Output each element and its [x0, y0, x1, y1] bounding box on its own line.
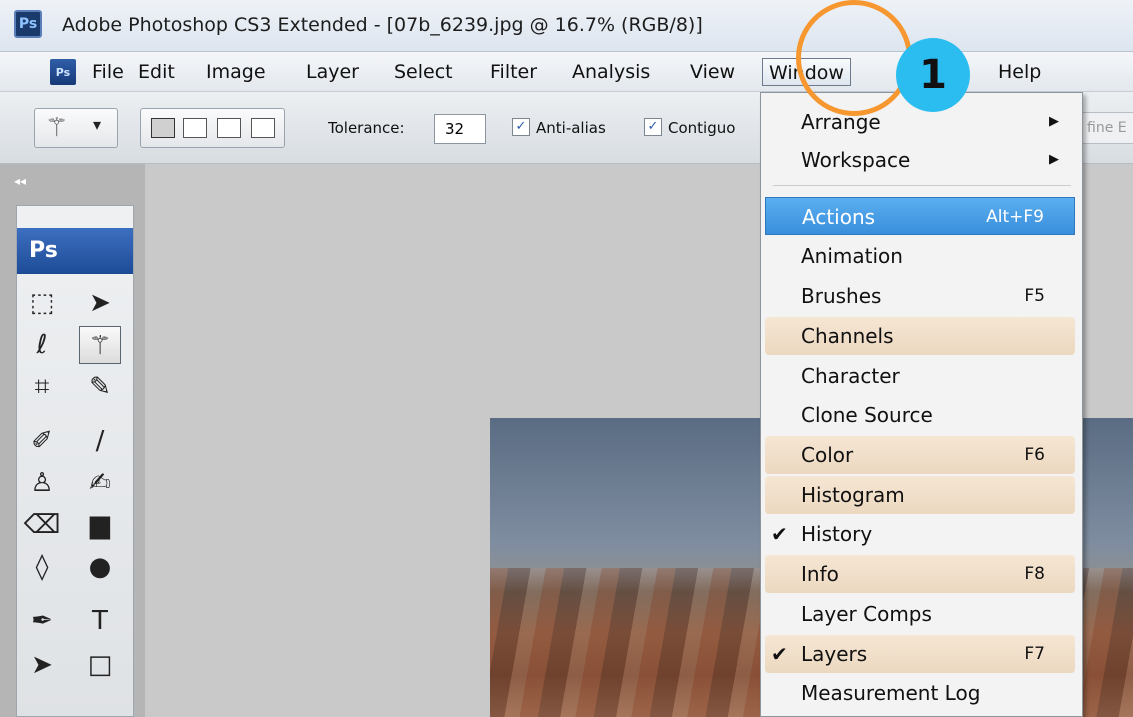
- menu-item-color[interactable]: Color F6: [765, 436, 1075, 474]
- menu-item-label: Workspace: [801, 148, 911, 172]
- menu-item-histogram[interactable]: Histogram: [765, 476, 1075, 514]
- brush-tool-icon[interactable]: ∕: [79, 422, 121, 460]
- tolerance-label: Tolerance:: [328, 119, 405, 137]
- menu-item-label: Info: [801, 562, 839, 586]
- checkmark-icon: ✔: [771, 642, 788, 666]
- menu-image[interactable]: Image: [200, 58, 272, 86]
- menu-item-label: Measurement Log: [801, 681, 981, 705]
- collapse-panel-icon[interactable]: ◂◂: [14, 174, 26, 188]
- submenu-arrow-icon: ▶: [1049, 114, 1059, 129]
- menu-item-clone-source[interactable]: Clone Source: [765, 396, 1075, 434]
- contiguous-checkbox[interactable]: ✓: [644, 118, 662, 136]
- menu-item-measurement-log[interactable]: Measurement Log: [765, 674, 1075, 712]
- chevron-down-icon: ▾: [93, 115, 102, 134]
- menu-item-label: Color: [801, 443, 854, 467]
- crop-tool-icon[interactable]: ⌗: [21, 368, 63, 406]
- history-brush-tool-icon[interactable]: ✍: [79, 464, 121, 502]
- menu-select[interactable]: Select: [388, 58, 459, 86]
- menu-help[interactable]: Help: [992, 58, 1047, 86]
- menu-item-animation[interactable]: Animation: [765, 237, 1075, 275]
- menu-item-label: Actions: [802, 205, 876, 229]
- contiguous-label: Contiguo: [668, 119, 736, 137]
- menu-item-label: Character: [801, 364, 900, 388]
- menu-item-shortcut: F5: [1024, 286, 1045, 306]
- menu-item-character[interactable]: Character: [765, 357, 1075, 395]
- tool-preset-picker[interactable]: ⚚ ▾: [34, 108, 118, 148]
- photoshop-logo-icon: Ps: [14, 10, 42, 38]
- lasso-tool-icon[interactable]: ℓ: [21, 326, 63, 364]
- healing-brush-tool-icon[interactable]: ✐: [21, 422, 63, 460]
- anti-alias-label: Anti-alias: [536, 119, 606, 137]
- menu-item-actions[interactable]: Actions Alt+F9: [765, 197, 1075, 235]
- eraser-tool-icon[interactable]: ⌫: [21, 506, 63, 544]
- clone-stamp-tool-icon[interactable]: ♙: [21, 464, 63, 502]
- tolerance-input[interactable]: 32: [434, 114, 486, 144]
- subtract-from-selection-icon[interactable]: [217, 118, 241, 138]
- menu-edit[interactable]: Edit: [132, 58, 181, 86]
- window-menu-dropdown: Arrange ▶ Workspace ▶ Actions Alt+F9 Ani…: [760, 92, 1083, 717]
- menu-item-label: Animation: [801, 244, 903, 268]
- gradient-tool-icon[interactable]: ▆: [79, 506, 121, 544]
- slice-tool-icon[interactable]: ✎: [79, 368, 121, 406]
- menu-view[interactable]: View: [684, 58, 741, 86]
- menu-file[interactable]: File: [86, 58, 130, 86]
- dodge-tool-icon[interactable]: ●: [79, 548, 121, 586]
- submenu-arrow-icon: ▶: [1049, 152, 1059, 167]
- menu-item-shortcut: F7: [1024, 644, 1045, 664]
- menu-item-label: Clone Source: [801, 403, 933, 427]
- marquee-tool-icon[interactable]: ⬚: [21, 284, 63, 322]
- magic-wand-icon: ⚚: [45, 113, 69, 143]
- menu-item-shortcut: F8: [1024, 564, 1045, 584]
- type-tool-icon[interactable]: T: [79, 602, 121, 640]
- menu-item-layer-comps[interactable]: Layer Comps: [765, 595, 1075, 633]
- tools-panel: Ps ⬚ ➤ ℓ ⚚ ⌗ ✎ ✐ ∕ ♙ ✍ ⌫ ▆ ◊ ● ✒ T ➤ □: [16, 205, 134, 717]
- menu-item-shortcut: Alt+F9: [986, 207, 1044, 227]
- menu-item-label: History: [801, 522, 873, 546]
- menu-item-label: Channels: [801, 324, 894, 348]
- path-selection-tool-icon[interactable]: ➤: [21, 646, 63, 684]
- menu-analysis[interactable]: Analysis: [566, 58, 656, 86]
- pen-tool-icon[interactable]: ✒: [21, 602, 63, 640]
- menu-item-label: Layer Comps: [801, 602, 932, 626]
- menu-item-history[interactable]: ✔ History: [765, 515, 1075, 553]
- menu-item-label: Histogram: [801, 483, 905, 507]
- intersect-selection-icon[interactable]: [251, 118, 275, 138]
- magic-wand-tool-icon[interactable]: ⚚: [79, 326, 121, 364]
- title-bar: Ps Adobe Photoshop CS3 Extended - [07b_6…: [0, 0, 1133, 52]
- highlight-circle: [796, 0, 912, 116]
- refine-edge-button[interactable]: fine E: [1082, 112, 1133, 144]
- menu-item-workspace[interactable]: Workspace ▶: [765, 141, 1075, 179]
- menu-item-info[interactable]: Info F8: [765, 555, 1075, 593]
- toolbox-header: Ps: [17, 228, 133, 274]
- menu-item-label: Layers: [801, 642, 868, 666]
- step-number-badge: 1: [896, 38, 970, 112]
- window-title: Adobe Photoshop CS3 Extended - [07b_6239…: [62, 14, 703, 36]
- menu-filter[interactable]: Filter: [484, 58, 543, 86]
- menu-separator: [773, 185, 1071, 186]
- menu-item-label: Brushes: [801, 284, 882, 308]
- anti-alias-checkbox[interactable]: ✓: [512, 118, 530, 136]
- app-menu-icon[interactable]: Ps: [50, 59, 76, 85]
- shape-tool-icon[interactable]: □: [79, 646, 121, 684]
- add-to-selection-icon[interactable]: [183, 118, 207, 138]
- menu-item-brushes[interactable]: Brushes F5: [765, 277, 1075, 315]
- menu-item-channels[interactable]: Channels: [765, 317, 1075, 355]
- blur-tool-icon[interactable]: ◊: [21, 548, 63, 586]
- checkmark-icon: ✔: [771, 522, 788, 546]
- selection-mode-group: [140, 108, 285, 148]
- move-tool-icon[interactable]: ➤: [79, 284, 121, 322]
- menu-item-shortcut: F6: [1024, 445, 1045, 465]
- new-selection-icon[interactable]: [151, 118, 175, 138]
- menu-item-layers[interactable]: ✔ Layers F7: [765, 635, 1075, 673]
- menu-layer[interactable]: Layer: [300, 58, 365, 86]
